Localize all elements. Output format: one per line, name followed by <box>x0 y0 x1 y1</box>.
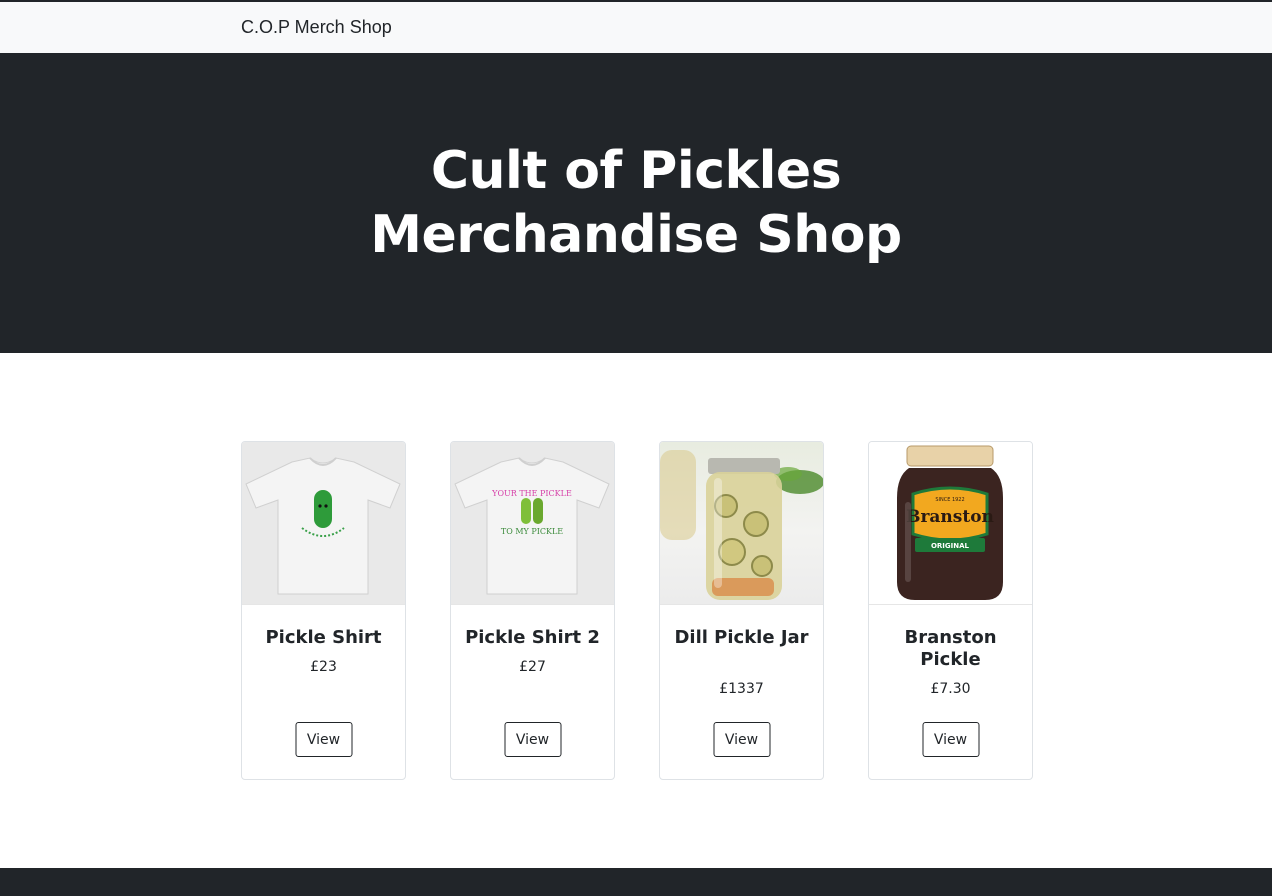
navbar-brand[interactable]: C.O.P Merch Shop <box>241 17 392 38</box>
product-price: £27 <box>519 659 546 675</box>
branston-since-text: SINCE 1922 <box>935 497 964 503</box>
product-image: YOUR THE PICKLE TO MY PICKLE <box>451 442 614 605</box>
product-title: Pickle Shirt <box>265 627 382 648</box>
product-title: Pickle Shirt 2 <box>465 627 600 648</box>
product-image: Branston SINCE 1922 ORIGINAL <box>869 442 1032 605</box>
view-button[interactable]: View <box>713 722 770 757</box>
view-button[interactable]: View <box>504 722 561 757</box>
shirt-top-text: YOUR THE PICKLE <box>491 489 572 498</box>
shirt-bottom-text: TO MY PICKLE <box>501 527 563 536</box>
tshirt-pickle-image <box>245 457 401 595</box>
page-title: Cult of Pickles Merchandise Shop <box>370 141 902 265</box>
product-grid: Pickle Shirt £23 View YOUR THE PICKLE TO… <box>0 353 1272 868</box>
tshirt-two-pickles-image: YOUR THE PICKLE TO MY PICKLE <box>454 457 610 595</box>
product-image <box>660 442 823 605</box>
branston-jar-photo: Branston SINCE 1922 ORIGINAL <box>897 445 1003 600</box>
branston-original-text: ORIGINAL <box>931 542 970 550</box>
product-card: Pickle Shirt £23 View <box>241 441 406 780</box>
hero-banner: Cult of Pickles Merchandise Shop <box>0 53 1272 353</box>
product-title: Dill Pickle Jar <box>674 627 809 648</box>
view-button[interactable]: View <box>295 722 352 757</box>
branston-logo-text: Branston <box>906 507 994 527</box>
view-button[interactable]: View <box>922 722 979 757</box>
product-card: Dill Pickle Jar £1337 View <box>659 441 824 780</box>
product-card: YOUR THE PICKLE TO MY PICKLE Pickle Shir… <box>450 441 615 780</box>
footer <box>0 868 1272 896</box>
product-image <box>242 442 405 605</box>
pickle-jar-photo <box>660 450 823 600</box>
navbar: C.O.P Merch Shop <box>0 2 1272 53</box>
product-title: Branston Pickle <box>904 627 997 670</box>
product-price: £1337 <box>719 681 764 697</box>
product-price: £23 <box>310 659 337 675</box>
product-price: £7.30 <box>930 681 971 697</box>
product-card: Branston SINCE 1922 ORIGINAL Branston Pi… <box>868 441 1033 780</box>
